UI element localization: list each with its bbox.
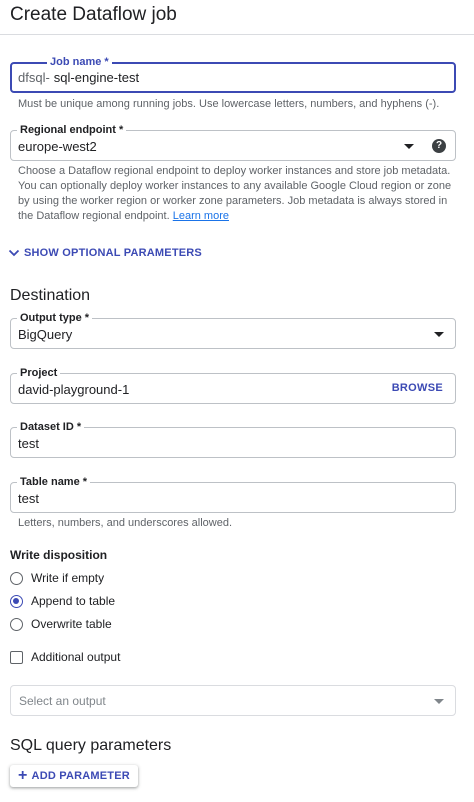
regional-endpoint-value: europe-west2 <box>18 139 97 154</box>
job-name-helper: Must be unique among running jobs. Use l… <box>18 98 440 110</box>
radio-button-checked[interactable] <box>10 594 23 608</box>
project-label: Project <box>17 366 61 380</box>
dataset-id-label: Dataset ID * <box>17 420 85 434</box>
browse-button[interactable]: BROWSE <box>392 382 443 394</box>
add-parameter-label: ADD PARAMETER <box>31 770 130 782</box>
table-name-input[interactable]: Table name * test <box>10 475 456 513</box>
regional-endpoint-select[interactable]: Regional endpoint * europe-west2 ? <box>10 123 456 161</box>
dataset-id-input[interactable]: Dataset ID * test <box>10 420 456 458</box>
job-name-input-text: sql-engine-test <box>53 70 140 85</box>
radio-label: Append to table <box>31 594 116 608</box>
title-divider <box>0 34 474 35</box>
table-name-helper: Letters, numbers, and underscores allowe… <box>18 517 233 529</box>
add-parameter-button[interactable]: + ADD PARAMETER <box>10 765 138 787</box>
learn-more-link[interactable]: Learn more <box>173 210 229 222</box>
output-type-select[interactable]: Output type * BigQuery <box>10 311 456 349</box>
help-icon[interactable]: ? <box>432 139 446 153</box>
job-name-label: Job name * <box>47 55 112 69</box>
job-name-prefix: dfsql- <box>18 70 50 85</box>
job-name-value[interactable]: dfsql-sql-engine-test <box>18 70 139 85</box>
sql-query-parameters-heading: SQL query parameters <box>10 737 172 754</box>
radio-overwrite-table[interactable]: Overwrite table <box>10 616 112 632</box>
destination-heading: Destination <box>10 287 91 304</box>
table-name-value: test <box>18 491 39 506</box>
regional-endpoint-label: Regional endpoint * <box>17 123 127 137</box>
select-output-placeholder: Select an output <box>19 694 106 708</box>
radio-label: Write if empty <box>31 571 105 585</box>
table-name-label: Table name * <box>17 475 91 489</box>
show-optional-parameters-label: SHOW OPTIONAL PARAMETERS <box>24 247 202 259</box>
project-field[interactable]: Project david-playground-1 BROWSE <box>10 366 456 404</box>
chevron-down-icon <box>434 332 444 337</box>
job-name-field[interactable]: Job name * dfsql-sql-engine-test <box>10 55 456 93</box>
show-optional-parameters-toggle[interactable]: SHOW OPTIONAL PARAMETERS <box>8 245 202 261</box>
write-disposition-label: Write disposition <box>10 548 108 562</box>
radio-label: Overwrite table <box>31 617 112 631</box>
regional-endpoint-helper-text: Choose a Dataflow regional endpoint to d… <box>18 165 452 222</box>
output-type-value: BigQuery <box>18 327 73 342</box>
project-value: david-playground-1 <box>18 382 130 397</box>
page-title: Create Dataflow job <box>10 4 177 25</box>
dataset-id-value: test <box>18 436 39 451</box>
additional-output-label: Additional output <box>31 650 121 664</box>
chevron-down-icon <box>434 699 444 704</box>
regional-endpoint-helper: Choose a Dataflow regional endpoint to d… <box>18 164 456 224</box>
select-output-dropdown[interactable]: Select an output <box>10 685 456 716</box>
radio-append-to-table[interactable]: Append to table <box>10 593 115 609</box>
chevron-down-icon <box>8 249 20 257</box>
additional-output-checkbox[interactable] <box>10 650 23 664</box>
output-type-label: Output type * <box>17 311 93 325</box>
chevron-down-icon <box>404 144 414 149</box>
plus-icon: + <box>18 767 28 784</box>
radio-button[interactable] <box>10 617 23 631</box>
additional-output-checkbox-row[interactable]: Additional output <box>10 649 120 665</box>
create-dataflow-job-panel: Create Dataflow job Job name * dfsql-sql… <box>0 0 474 802</box>
radio-button[interactable] <box>10 571 23 585</box>
radio-write-if-empty[interactable]: Write if empty <box>10 570 104 586</box>
